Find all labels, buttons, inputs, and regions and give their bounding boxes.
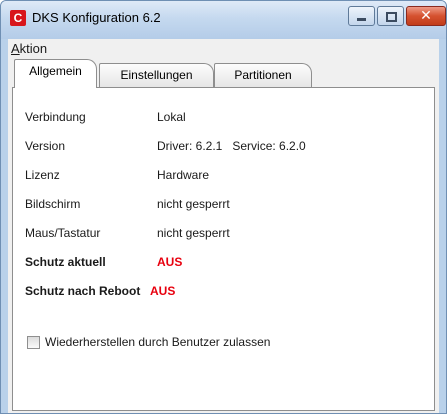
app-icon[interactable]: C — [10, 10, 26, 26]
client-area: Aktion Allgemein Einstellungen Partition… — [8, 39, 439, 413]
close-button[interactable]: ✕ — [406, 6, 446, 26]
tab-partitionen[interactable]: Partitionen — [214, 63, 312, 87]
bildschirm-label: Bildschirm — [25, 197, 81, 211]
maus-tastatur-label: Maus/Tastatur — [25, 226, 101, 240]
maximize-icon — [386, 12, 397, 22]
schutz-nach-reboot-status: AUS — [150, 284, 176, 298]
minimize-icon — [357, 18, 366, 21]
version-label: Version — [25, 139, 66, 153]
menu-aktion-label: ktion — [19, 41, 48, 56]
menu-aktion[interactable]: Aktion — [11, 41, 47, 56]
status-bar — [8, 411, 439, 413]
version-value: Driver: 6.2.1 Service: 6.2.0 — [157, 139, 306, 153]
maximize-button[interactable] — [377, 6, 404, 26]
tab-einstellungen[interactable]: Einstellungen — [99, 63, 214, 87]
verbindung-value: Lokal — [157, 110, 186, 124]
app-window: C DKS Konfiguration 6.2 ✕ Aktion Allgeme… — [0, 0, 447, 414]
tab-allgemein[interactable]: Allgemein — [14, 59, 97, 88]
bildschirm-value: nicht gesperrt — [157, 197, 230, 211]
schutz-nach-reboot-label: Schutz nach Reboot — [25, 284, 141, 298]
menu-aktion-mnemonic: A — [11, 41, 20, 56]
restore-by-user-checkbox[interactable] — [27, 336, 40, 349]
restore-by-user-label[interactable]: Wiederherstellen durch Benutzer zulassen — [45, 335, 270, 349]
menu-bar: Aktion — [8, 39, 439, 59]
lizenz-label: Lizenz — [25, 168, 60, 182]
title-bar[interactable]: C DKS Konfiguration 6.2 ✕ — [1, 1, 446, 39]
schutz-aktuell-label: Schutz aktuell — [25, 255, 106, 269]
schutz-aktuell-status: AUS — [157, 255, 183, 269]
verbindung-label: Verbindung — [25, 110, 86, 124]
close-icon: ✕ — [420, 8, 432, 24]
lizenz-value: Hardware — [157, 168, 210, 182]
general-panel: Verbindung Lokal Version Driver: 6.2.1 S… — [12, 87, 435, 411]
tab-strip: Allgemein Einstellungen Partitionen — [8, 59, 439, 88]
maus-tastatur-value: nicht gesperrt — [157, 226, 230, 240]
minimize-button[interactable] — [348, 6, 375, 26]
window-title: DKS Konfiguration 6.2 — [32, 10, 161, 25]
